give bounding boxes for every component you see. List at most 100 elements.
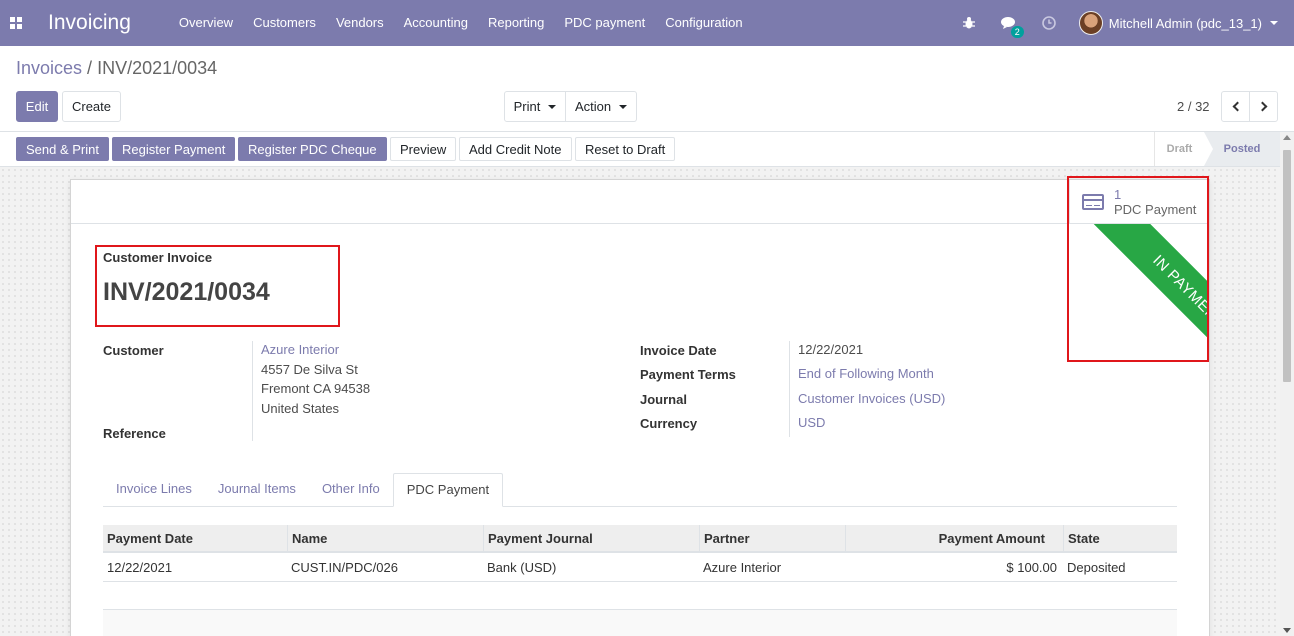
menu-item-pdc-payment[interactable]: PDC payment xyxy=(554,0,655,46)
pager-next-button[interactable] xyxy=(1249,91,1278,122)
tab-other-info[interactable]: Other Info xyxy=(309,473,393,506)
col-state[interactable]: State xyxy=(1063,525,1177,551)
chevron-left-icon xyxy=(1232,101,1242,112)
chevron-right-icon xyxy=(1257,101,1267,112)
smart-button-label: PDC Payment xyxy=(1114,202,1197,217)
cell-payment-journal: Bank (USD) xyxy=(487,560,557,575)
col-payment-date[interactable]: Payment Date xyxy=(103,525,287,551)
scroll-up-icon[interactable] xyxy=(1283,135,1291,140)
menu-item-vendors[interactable]: Vendors xyxy=(326,0,394,46)
empty-row xyxy=(103,610,1177,636)
col-payment-amount[interactable]: Payment Amount xyxy=(845,525,1063,551)
customer-link[interactable]: Azure Interior xyxy=(261,340,339,360)
preview-button[interactable]: Preview xyxy=(390,137,457,161)
edit-button[interactable]: Edit xyxy=(16,91,58,122)
register-payment-button[interactable]: Register Payment xyxy=(112,137,236,161)
in-payment-ribbon: IN PAYMENT xyxy=(1090,224,1209,364)
table-header: Payment Date Name Payment Journal Partne… xyxy=(103,525,1177,553)
cell-partner: Azure Interior xyxy=(703,560,782,575)
journal-link[interactable]: Customer Invoices (USD) xyxy=(798,389,945,409)
register-pdc-cheque-button[interactable]: Register PDC Cheque xyxy=(238,137,387,161)
payment-terms-label: Payment Terms xyxy=(640,367,736,382)
menu-item-reporting[interactable]: Reporting xyxy=(478,0,554,46)
journal-label: Journal xyxy=(640,392,687,407)
user-menu[interactable]: Mitchell Admin (pdc_13_1) xyxy=(1069,11,1294,35)
chevron-down-icon xyxy=(1270,21,1278,25)
caret-down-icon xyxy=(548,104,557,109)
reference-field[interactable] xyxy=(261,424,561,444)
tab-invoice-lines[interactable]: Invoice Lines xyxy=(103,473,205,506)
app-brand[interactable]: Invoicing xyxy=(48,11,131,35)
col-partner[interactable]: Partner xyxy=(699,525,845,551)
col-name[interactable]: Name xyxy=(287,525,483,551)
tab-journal-items[interactable]: Journal Items xyxy=(205,473,309,506)
top-navbar: Invoicing Overview Customers Vendors Acc… xyxy=(0,0,1294,46)
cell-state: Deposited xyxy=(1067,560,1126,575)
action-label: Action xyxy=(574,99,612,114)
breadcrumb-invoices-link[interactable]: Invoices xyxy=(16,58,82,78)
apps-menu-icon[interactable] xyxy=(0,0,32,46)
notebook-tabs: Invoice Lines Journal Items Other Info P… xyxy=(103,473,1177,507)
print-dropdown[interactable]: Print xyxy=(504,91,566,122)
stage-draft: Draft xyxy=(1154,132,1204,166)
scroll-down-icon[interactable] xyxy=(1283,628,1291,633)
address-line-1: 4557 De Silva St xyxy=(261,362,358,377)
table-row[interactable]: 12/22/2021 CUST.IN/PDC/026 Bank (USD) Az… xyxy=(103,553,1177,582)
reset-to-draft-button[interactable]: Reset to Draft xyxy=(575,137,676,161)
field-separator xyxy=(789,341,790,437)
empty-row xyxy=(103,582,1177,610)
caret-down-icon xyxy=(619,104,628,109)
action-dropdown[interactable]: Action xyxy=(565,91,637,122)
stage-posted: Posted xyxy=(1204,132,1280,166)
menu-item-customers[interactable]: Customers xyxy=(243,0,326,46)
vertical-scrollbar[interactable] xyxy=(1280,132,1294,636)
menu-item-configuration[interactable]: Configuration xyxy=(655,0,752,46)
control-panel: Invoices / INV/2021/0034 Edit Create Pri… xyxy=(0,46,1294,132)
menu-item-overview[interactable]: Overview xyxy=(169,0,243,46)
payment-terms-link[interactable]: End of Following Month xyxy=(798,364,934,384)
address-line-2: Fremont CA 94538 xyxy=(261,381,371,396)
status-bar: Send & Print Register Payment Register P… xyxy=(0,132,1294,167)
user-name: Mitchell Admin (pdc_13_1) xyxy=(1108,15,1262,31)
send-print-button[interactable]: Send & Print xyxy=(16,137,109,161)
cell-name: CUST.IN/PDC/026 xyxy=(291,560,398,575)
messages-icon[interactable]: 2 xyxy=(989,16,1029,38)
tab-pdc-payment[interactable]: PDC Payment xyxy=(392,473,504,507)
status-ribbon: IN PAYMENT xyxy=(1069,224,1209,364)
form-sheet: 1 PDC Payment IN PAYMENT Customer Invoic… xyxy=(70,176,1210,636)
breadcrumb: Invoices / INV/2021/0034 xyxy=(16,58,217,79)
breadcrumb-current: INV/2021/0034 xyxy=(97,58,218,78)
create-button[interactable]: Create xyxy=(62,91,121,122)
credit-card-icon xyxy=(1082,194,1104,210)
invoice-date-label: Invoice Date xyxy=(640,343,717,358)
col-payment-journal[interactable]: Payment Journal xyxy=(483,525,699,551)
avatar xyxy=(1078,11,1103,35)
invoice-number: INV/2021/0034 xyxy=(103,278,270,306)
cell-payment-date: 12/22/2021 xyxy=(107,560,173,575)
customer-label: Customer xyxy=(103,343,164,358)
button-box: 1 PDC Payment xyxy=(71,180,1209,224)
messages-count-badge: 2 xyxy=(1010,26,1024,38)
pdc-payment-smart-button[interactable]: 1 PDC Payment xyxy=(1069,180,1209,224)
debug-bug-icon[interactable] xyxy=(949,16,989,30)
invoice-type: Customer Invoice xyxy=(103,250,213,265)
form-content-area: 1 PDC Payment IN PAYMENT Customer Invoic… xyxy=(0,167,1280,636)
breadcrumb-separator: / xyxy=(82,58,98,78)
smart-button-count: 1 xyxy=(1114,187,1122,202)
pager-previous-button[interactable] xyxy=(1221,91,1250,122)
activity-clock-icon[interactable] xyxy=(1029,16,1069,30)
currency-link[interactable]: USD xyxy=(798,413,825,433)
currency-label: Currency xyxy=(640,416,698,431)
invoice-date-value: 12/22/2021 xyxy=(798,342,864,357)
reference-label: Reference xyxy=(103,426,166,441)
pager-value[interactable]: 2 / 32 xyxy=(1177,99,1210,114)
print-label: Print xyxy=(513,99,541,114)
menu-item-accounting[interactable]: Accounting xyxy=(394,0,478,46)
add-credit-note-button[interactable]: Add Credit Note xyxy=(459,137,572,161)
pdc-payment-table: Payment Date Name Payment Journal Partne… xyxy=(103,525,1177,636)
address-line-3: United States xyxy=(261,401,340,416)
scroll-thumb[interactable] xyxy=(1283,150,1291,382)
main-menu: Overview Customers Vendors Accounting Re… xyxy=(169,0,753,46)
field-separator xyxy=(252,341,253,441)
cell-payment-amount: $ 100.00 xyxy=(1006,560,1057,575)
